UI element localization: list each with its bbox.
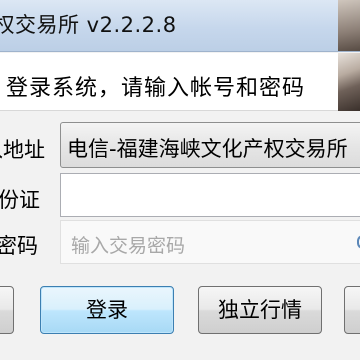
login-window: 产权交易所 v2.2.2.8 登录系统，请输入帐号和密码 入地址 电信-福建海峡… xyxy=(0,0,360,360)
password-input[interactable]: 输入交易密码 xyxy=(60,220,360,264)
right-partial-button[interactable] xyxy=(344,286,360,334)
server-select[interactable]: 电信-福建海峡文化产权交易所 xyxy=(60,122,360,168)
title-photo xyxy=(338,0,360,51)
password-label: 密码 xyxy=(0,234,38,258)
id-label: 份证 xyxy=(0,188,40,212)
id-input[interactable] xyxy=(60,173,360,217)
login-button[interactable]: 登录 xyxy=(40,286,174,334)
server-select-value: 电信-福建海峡文化产权交易所 xyxy=(67,137,348,161)
password-placeholder: 输入交易密码 xyxy=(71,235,186,257)
banner-text: 登录系统，请输入帐号和密码 xyxy=(6,76,306,101)
left-partial-button[interactable] xyxy=(0,286,14,334)
window-title: 产权交易所 v2.2.2.8 xyxy=(0,13,177,37)
market-button[interactable]: 独立行情 xyxy=(198,286,322,334)
title-bar[interactable]: 产权交易所 v2.2.2.8 xyxy=(0,0,360,52)
banner-photo xyxy=(338,53,360,111)
server-label: 入地址 xyxy=(0,138,45,162)
login-banner: 登录系统，请输入帐号和密码 xyxy=(0,53,360,111)
